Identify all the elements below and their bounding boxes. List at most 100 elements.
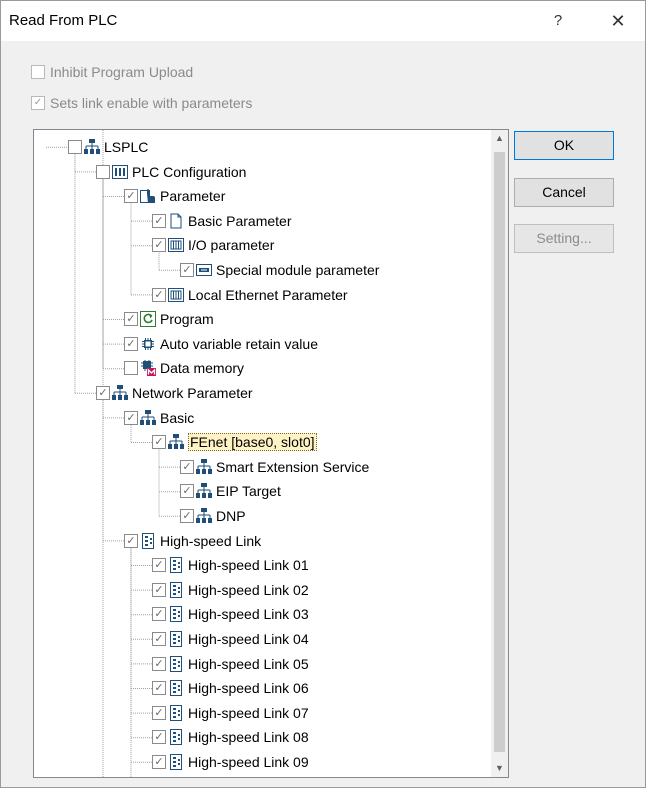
parameter-tree[interactable]: LSPLC PLC Configuration ✓ Parameter ✓ Basic P… (33, 129, 509, 778)
link-module-icon (168, 631, 184, 647)
parameter-icon (140, 188, 156, 204)
tree-node-checkbox[interactable]: ✓ (152, 435, 166, 450)
link-module-icon (168, 704, 184, 721)
tree-node[interactable]: ✓ Network Parameter (96, 382, 253, 404)
tree-node[interactable]: ✓ Program (124, 308, 214, 330)
tree-node[interactable]: ✓ Basic Parameter (152, 210, 291, 232)
tree-node-checkbox[interactable]: ✓ (124, 189, 138, 204)
tree-node-checkbox[interactable] (124, 361, 138, 376)
tree-node[interactable]: ✓ High-speed Link (124, 530, 261, 552)
link-module-icon (168, 557, 184, 574)
tree-node-checkbox[interactable]: ✓ (152, 681, 166, 696)
tree-node-label: I/O parameter (188, 237, 275, 254)
tree-node-checkbox[interactable]: ✓ (96, 386, 110, 400)
document-icon (168, 213, 184, 229)
tree-node-checkbox[interactable]: ✓ (152, 656, 166, 671)
tree-node-checkbox[interactable]: ✓ (152, 730, 166, 745)
tree-node[interactable]: ✓ High-speed Link 09 (152, 751, 309, 773)
tree-node[interactable]: Data memory (124, 357, 244, 379)
link-module-icon (168, 680, 184, 697)
sets-link-enable-option[interactable]: ✓ Sets link enable with parameters (31, 94, 252, 112)
ok-button[interactable]: OK (514, 131, 614, 160)
tree-node-checkbox[interactable]: ✓ (152, 238, 166, 253)
tree-node-label: Special module parameter (216, 262, 380, 278)
inhibit-program-upload-option[interactable]: Inhibit Program Upload (31, 63, 193, 81)
network-icon (168, 434, 184, 450)
tree-node-checkbox[interactable]: ✓ (180, 459, 194, 474)
close-button[interactable]: ✕ (595, 5, 641, 37)
sets-link-enable-checkbox[interactable]: ✓ (31, 96, 45, 110)
tree-node-checkbox[interactable]: ✓ (152, 213, 166, 228)
tree-node-checkbox[interactable]: ✓ (180, 484, 194, 499)
tree-node[interactable]: ✓ I/O parameter (152, 234, 274, 256)
tree-node-checkbox[interactable] (96, 164, 110, 179)
tree-node-checkbox[interactable]: ✓ (180, 509, 194, 523)
network-icon (196, 508, 212, 524)
cancel-button[interactable]: Cancel (514, 178, 614, 207)
link-module-icon (140, 532, 156, 549)
tree-node-label: High-speed Link 06 (188, 680, 309, 697)
tree-node-label: High-speed Link 04 (188, 631, 309, 647)
inhibit-program-upload-checkbox[interactable] (31, 65, 45, 79)
tree-node-checkbox[interactable]: ✓ (124, 312, 138, 327)
tree-node[interactable]: ✓ High-speed Link 07 (152, 702, 309, 724)
tree-node-label: LSPLC (104, 139, 149, 155)
tree-node-label: Data memory (160, 360, 245, 377)
plc-config-icon (112, 164, 128, 180)
tree-node[interactable]: ✓ High-speed Link 05 (152, 653, 309, 675)
tree-node-checkbox[interactable]: ✓ (124, 336, 138, 351)
tree-node[interactable]: PLC Configuration (96, 161, 246, 183)
link-module-icon (168, 606, 184, 623)
tree-node[interactable]: ✓ Basic (124, 407, 194, 429)
link-module-icon (168, 581, 184, 598)
tree-node-checkbox[interactable]: ✓ (180, 263, 194, 277)
special-module-icon (196, 262, 212, 278)
scrollbar-thumb[interactable] (494, 152, 505, 752)
tree-node[interactable]: ✓ Local Ethernet Parameter (152, 284, 348, 306)
tree-node[interactable]: LSPLC (68, 136, 148, 158)
tree-node-label: High-speed Link (160, 532, 262, 549)
setting-button[interactable]: Setting... (514, 224, 614, 253)
tree-node-checkbox[interactable]: ✓ (152, 705, 166, 720)
tree-node[interactable]: ✓ Special module parameter (180, 259, 379, 281)
tree-node-label: Local Ethernet Parameter (188, 286, 348, 303)
tree-node-label: Basic (160, 409, 195, 426)
tree-node[interactable]: ✓ Parameter (124, 185, 225, 207)
tree-node[interactable]: ✓ Auto variable retain value (124, 333, 318, 355)
tree-node-checkbox[interactable]: ✓ (124, 410, 138, 425)
tree-node-label: DNP (216, 508, 246, 524)
tree-node-checkbox[interactable] (68, 140, 82, 154)
tree-node[interactable]: ✓ Smart Extension Service (180, 456, 369, 478)
tree-node-checkbox[interactable]: ✓ (152, 287, 166, 302)
tree-node-label: Auto variable retain value (160, 335, 318, 352)
tree-node[interactable]: ✓ High-speed Link 06 (152, 677, 309, 699)
tree-node[interactable]: ✓ High-speed Link 03 (152, 603, 309, 625)
network-icon (112, 385, 128, 401)
tree-node[interactable]: ✓ High-speed Link 08 (152, 726, 309, 748)
data-memory-icon (140, 360, 156, 377)
tree-node[interactable]: ✓ High-speed Link 02 (152, 579, 309, 601)
tree-node-checkbox[interactable]: ✓ (152, 632, 166, 646)
tree-node-label: Basic Parameter (188, 212, 292, 229)
scroll-down-arrow-icon[interactable]: ▼ (491, 760, 508, 777)
tree-node-checkbox[interactable]: ✓ (152, 607, 166, 622)
tree-node-label: Parameter (160, 188, 226, 205)
io-module-icon (168, 287, 184, 303)
tree-node[interactable]: ✓ EIP Target (180, 480, 281, 502)
tree-node[interactable]: ✓ DNP (180, 505, 246, 527)
title-bar: Read From PLC ? ✕ (1, 1, 645, 41)
tree-vertical-scrollbar[interactable]: ▲ ▼ (491, 130, 508, 777)
help-button[interactable]: ? (535, 5, 581, 37)
network-icon (196, 458, 212, 475)
tree-node[interactable]: ✓ High-speed Link 01 (152, 554, 309, 576)
tree-node[interactable]: ✓ FEnet [base0, slot0] (152, 431, 317, 453)
scroll-up-arrow-icon[interactable]: ▲ (491, 130, 508, 147)
tree-node-checkbox[interactable]: ✓ (152, 558, 166, 573)
tree-node-checkbox[interactable]: ✓ (152, 582, 166, 597)
link-module-icon (168, 754, 184, 770)
tree-node-checkbox[interactable]: ✓ (124, 533, 138, 548)
tree-node[interactable]: ✓ High-speed Link 04 (152, 628, 309, 650)
tree-node-label: High-speed Link 08 (188, 729, 309, 746)
tree-node-label: High-speed Link 09 (188, 754, 309, 770)
tree-node-checkbox[interactable]: ✓ (152, 755, 166, 769)
